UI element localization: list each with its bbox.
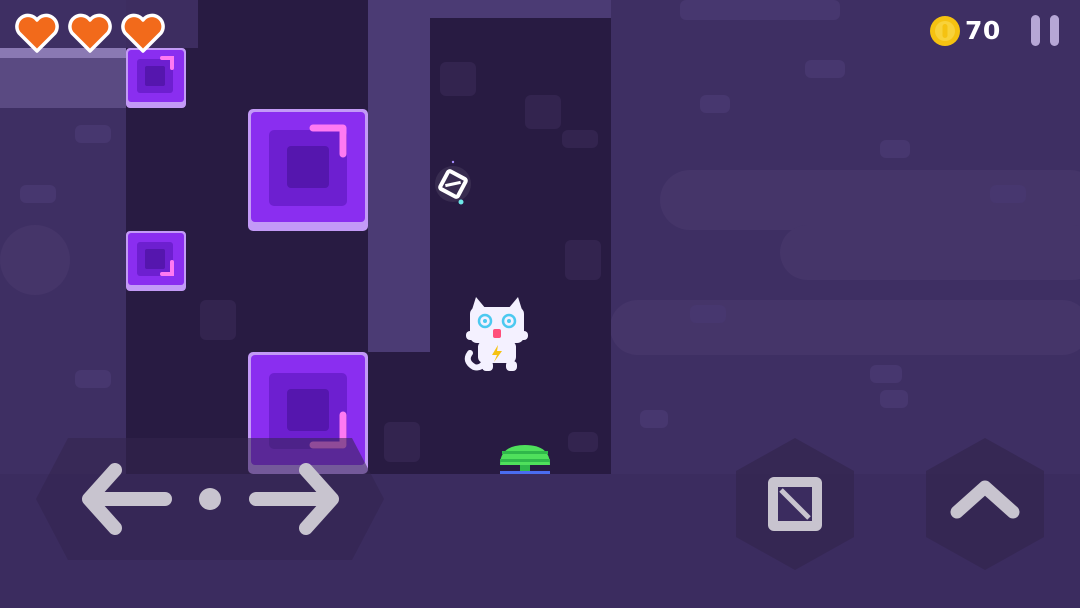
- background-brick: [880, 390, 908, 408]
- game-viewport: 70: [0, 0, 1080, 608]
- background-brick: [690, 305, 726, 323]
- pause-button[interactable]: [1026, 12, 1068, 52]
- heart-icon: [15, 13, 59, 53]
- box-action-icon: [768, 477, 822, 531]
- background-cloud: [780, 225, 1080, 280]
- shaft-brick: [565, 240, 601, 280]
- crystal-cube-icon: [435, 160, 471, 205]
- move-right-button[interactable]: [236, 460, 351, 538]
- background-brick: [75, 370, 111, 388]
- background-brick: [880, 140, 910, 158]
- move-left-button[interactable]: [70, 460, 185, 538]
- purple-block: [126, 231, 186, 291]
- arrow-up-icon: [950, 480, 1020, 519]
- coin-count: 70: [965, 16, 1001, 45]
- gold-coin-icon: [930, 16, 960, 46]
- purple-block: [126, 48, 186, 108]
- background-brick: [805, 60, 845, 78]
- background-cloud: [610, 300, 1080, 355]
- arrow-left-icon: [82, 463, 172, 535]
- background-brick: [20, 185, 56, 203]
- pause-icon: [1050, 15, 1059, 46]
- purple-block: [248, 109, 368, 231]
- shaft-brick: [384, 422, 420, 462]
- stone-ceiling: [430, 0, 611, 18]
- background-brick: [700, 95, 730, 113]
- background-brick: [680, 0, 840, 20]
- shaft-brick: [200, 300, 236, 340]
- stone-pillar: [368, 0, 430, 352]
- background-brick: [75, 125, 111, 143]
- background-cloud: [0, 225, 70, 295]
- action-button[interactable]: [734, 436, 856, 572]
- shaft-brick: [440, 62, 476, 96]
- background-brick: [990, 185, 1026, 203]
- dpad-center-dot: [199, 488, 221, 510]
- heart-icon: [121, 13, 165, 53]
- background-brick: [640, 410, 668, 428]
- arrow-right-icon: [249, 463, 339, 535]
- cat-icon: [464, 297, 528, 371]
- pause-icon: [1031, 15, 1040, 46]
- shaft-brick: [525, 95, 561, 129]
- shaft-brick: [568, 432, 598, 452]
- heart-icon: [68, 13, 112, 53]
- background-brick: [870, 365, 902, 383]
- shaft-brick: [562, 130, 598, 148]
- spring-pad-icon: [500, 445, 550, 474]
- jump-button[interactable]: [924, 436, 1046, 572]
